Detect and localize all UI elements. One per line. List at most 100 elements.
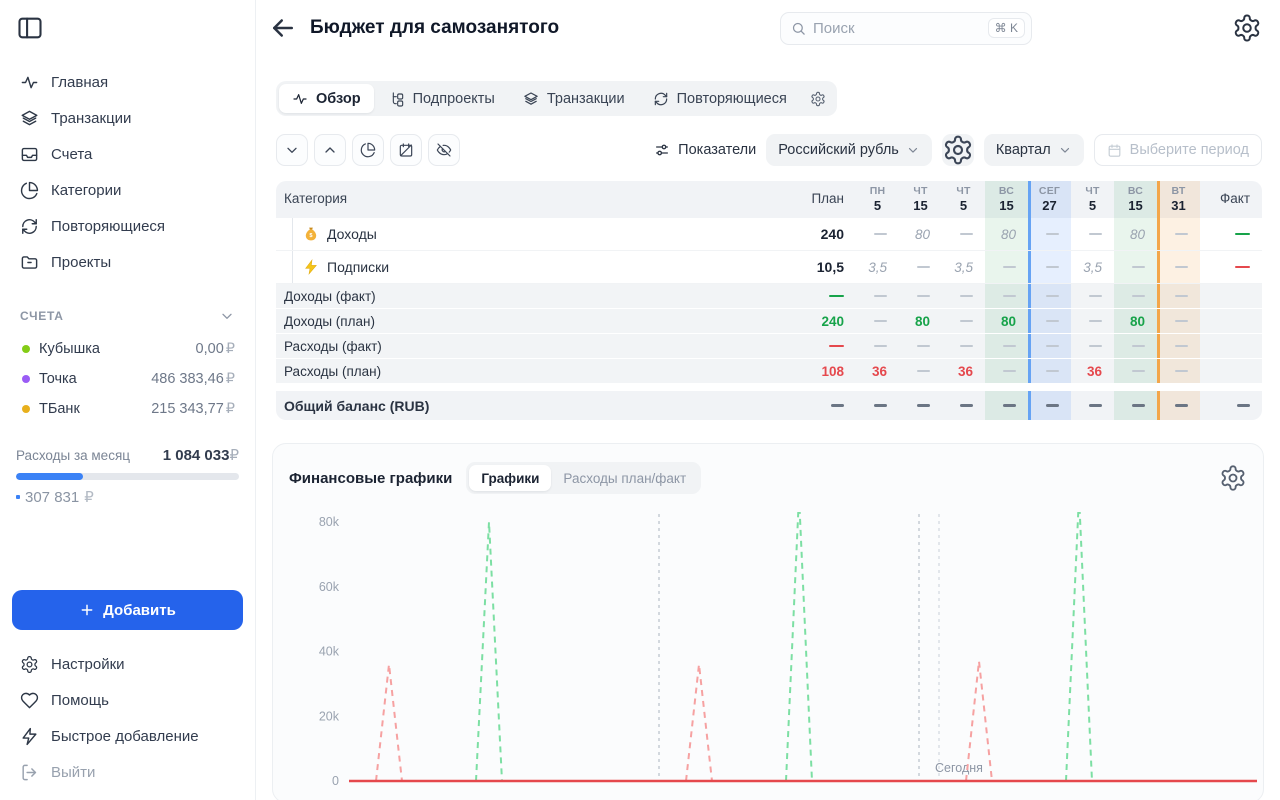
- table-cell: [1114, 334, 1157, 358]
- table-cell: [1114, 359, 1157, 383]
- sidebar-footer-item-gear[interactable]: Настройки: [0, 646, 255, 682]
- y-axis-tick-label: 20k: [319, 709, 340, 723]
- sidebar-nav: Главная ТранзакцииСчетаКатегорииПовторяющ…: [0, 64, 255, 280]
- table-cell: 36: [942, 359, 985, 383]
- pie-icon: [20, 181, 39, 200]
- header-settings-icon[interactable]: [1232, 13, 1262, 43]
- account-row[interactable]: Кубышка0,00₽: [0, 334, 255, 364]
- tab-обзор[interactable]: Обзор: [279, 84, 374, 113]
- account-name: ТБанк: [39, 401, 80, 417]
- sidebar-footer-item-logout[interactable]: Выйти: [0, 754, 255, 790]
- monthly-expenses-label: Расходы за месяц: [16, 448, 130, 463]
- search-box[interactable]: ⌘ K: [780, 12, 1032, 45]
- tab-settings-icon[interactable]: [802, 84, 834, 113]
- row-category-inner: $Доходы: [292, 218, 377, 250]
- table-cell: [1200, 391, 1262, 420]
- chevron-down-icon: [906, 143, 920, 157]
- accounts-section-header[interactable]: СЧЕТА: [0, 308, 255, 324]
- charts-title: Финансовые графики: [289, 470, 452, 487]
- chevron-down-icon: [1058, 143, 1072, 157]
- row-category-cell: Подписки: [276, 251, 792, 283]
- tab-подпроекты[interactable]: Подпроекты: [376, 84, 508, 113]
- sidebar-item-транзакции[interactable]: Транзакции: [0, 100, 255, 136]
- table-cell: [1157, 334, 1200, 358]
- main-area: Бюджет для самозанятого ⌘ K Обзор Подпрое…: [256, 0, 1280, 800]
- column-header-date-3: ВС15: [985, 181, 1028, 218]
- charts-card: Финансовые графики ГрафикиРасходы план/ф…: [272, 443, 1264, 800]
- currency-select[interactable]: Российский рубль: [766, 134, 932, 166]
- refresh-icon: [653, 91, 669, 107]
- table-cell: 240: [792, 309, 856, 333]
- toolbar-pie-button[interactable]: [352, 134, 384, 166]
- table-row: Расходы (план)108363636: [276, 359, 1262, 384]
- page-title: Бюджет для самозанятого: [310, 17, 559, 39]
- table-cell: 3,5: [1071, 251, 1114, 283]
- sidebar-item-счета[interactable]: Счета: [0, 136, 255, 172]
- table-row[interactable]: Подписки10,53,53,53,5: [276, 251, 1262, 284]
- sidebar-footer-label: Быстрое добавление: [51, 728, 199, 745]
- table-cell: 80: [899, 309, 942, 333]
- table-cell: [1028, 218, 1071, 250]
- table-cell: [899, 284, 942, 308]
- table-cell: [1157, 284, 1200, 308]
- logout-icon: [20, 763, 39, 782]
- metrics-button[interactable]: Показатели: [654, 142, 756, 158]
- chart-tab[interactable]: Графики: [469, 465, 551, 491]
- sidebar-item-label: Главная: [51, 74, 108, 91]
- table-cell: [1157, 251, 1200, 283]
- inbox-icon: [20, 145, 39, 164]
- toolbar-calendar-off-button[interactable]: [390, 134, 422, 166]
- account-balance: 486 383,46₽: [151, 371, 235, 387]
- sidebar-footer-item-heart[interactable]: Помощь: [0, 682, 255, 718]
- sidebar-toggle-icon[interactable]: [16, 14, 44, 42]
- calendar-icon: [1107, 143, 1122, 158]
- chart-settings-icon[interactable]: [1219, 464, 1247, 492]
- sidebar-item-главная[interactable]: Главная: [0, 64, 255, 100]
- table-cell: 10,5: [792, 251, 856, 283]
- account-name: Кубышка: [39, 341, 100, 357]
- chart-tab[interactable]: Расходы план/факт: [551, 465, 698, 491]
- period-settings-button[interactable]: [942, 134, 974, 166]
- chevron-up-icon: [322, 142, 338, 158]
- tab-повторяющиеся[interactable]: Повторяющиеся: [640, 84, 800, 113]
- tab-label: Обзор: [316, 91, 361, 107]
- table-cell: [1200, 251, 1262, 283]
- table-cell: [985, 359, 1028, 383]
- toolbar-chevron-up-button[interactable]: [314, 134, 346, 166]
- account-color-dot-icon: [22, 345, 30, 353]
- table-cell: [1071, 218, 1114, 250]
- table-cell: [942, 284, 985, 308]
- toolbar-chevron-down-button[interactable]: [276, 134, 308, 166]
- search-input[interactable]: [813, 20, 981, 37]
- chart-svg: 020k40k60k80kСегодня: [273, 494, 1263, 800]
- table-cell: [792, 284, 856, 308]
- account-row[interactable]: Точка486 383,46₽: [0, 364, 255, 394]
- tab-транзакции[interactable]: Транзакции: [510, 84, 638, 113]
- sidebar-item-повторяющиеся[interactable]: Повторяющиеся: [0, 208, 255, 244]
- layers-icon: [523, 91, 539, 107]
- sidebar-footer-item-zap[interactable]: Быстрое добавление: [0, 718, 255, 754]
- column-header-date-2: ЧТ5: [942, 181, 985, 218]
- date-range-picker[interactable]: Выберите период: [1094, 134, 1262, 166]
- tab-label: Подпроекты: [413, 91, 495, 107]
- column-header-date-7: ВТ31: [1157, 181, 1200, 218]
- back-button[interactable]: [268, 13, 298, 43]
- sidebar-item-категории[interactable]: Категории: [0, 172, 255, 208]
- sidebar-item-проекты[interactable]: Проекты: [0, 244, 255, 280]
- table-cell: [1028, 309, 1071, 333]
- row-category-inner: Доходы (факт): [284, 284, 376, 308]
- period-select[interactable]: Квартал: [984, 134, 1084, 166]
- row-category-inner: Общий баланс (RUB): [284, 391, 429, 420]
- table-cell: [942, 334, 985, 358]
- tree-icon: [389, 91, 405, 107]
- table-cell: [1114, 251, 1157, 283]
- toolbar-eye-off-button[interactable]: [428, 134, 460, 166]
- table-cell: [792, 334, 856, 358]
- account-row[interactable]: ТБанк215 343,77₽: [0, 394, 255, 424]
- table-row[interactable]: $Доходы240808080: [276, 218, 1262, 251]
- table-cell: [1028, 359, 1071, 383]
- add-button[interactable]: Добавить: [12, 590, 243, 630]
- table-cell: [1028, 251, 1071, 283]
- folder-icon: [20, 253, 39, 272]
- pie-icon: [360, 142, 376, 158]
